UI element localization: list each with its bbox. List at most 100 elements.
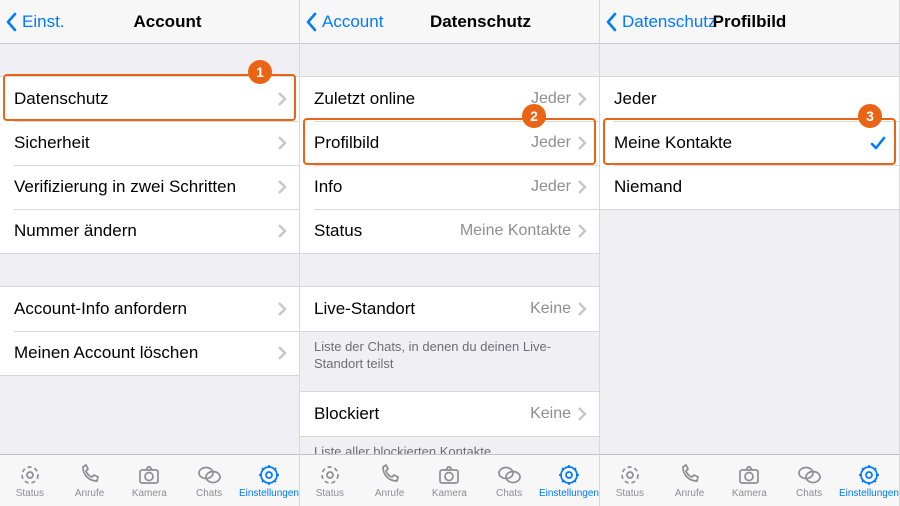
chats-icon	[496, 463, 522, 487]
tab-kamera[interactable]: Kamera	[119, 455, 179, 506]
privacy-group-2: Live-Standort Keine	[300, 286, 599, 332]
back-label: Datenschutz	[622, 12, 717, 32]
tab-label: Einstellungen	[239, 488, 299, 499]
tab-label: Status	[316, 488, 344, 499]
tab-label: Einstellungen	[839, 488, 899, 499]
nav-bar: Account Datenschutz	[300, 0, 599, 44]
back-label: Einst.	[22, 12, 65, 32]
tab-anrufe[interactable]: Anrufe	[360, 455, 420, 506]
row-label: Profilbild	[314, 133, 531, 153]
chats-icon	[196, 463, 222, 487]
camera-icon	[436, 463, 462, 487]
row-blockiert[interactable]: Blockiert Keine	[300, 392, 599, 436]
tab-label: Chats	[196, 488, 222, 499]
tab-chats[interactable]: Chats	[479, 455, 539, 506]
settings-group-1: Datenschutz Sicherheit Verifizierung in …	[0, 76, 299, 254]
tab-anrufe[interactable]: Anrufe	[60, 455, 120, 506]
chevron-right-icon	[577, 92, 587, 106]
screen-datenschutz: Account Datenschutz Zuletzt online Jeder…	[300, 0, 600, 506]
row-account-info[interactable]: Account-Info anfordern	[0, 287, 299, 331]
tab-bar: Status Anrufe Kamera Chats Einstellungen	[0, 454, 299, 506]
row-zuletzt-online[interactable]: Zuletzt online Jeder	[300, 77, 599, 121]
chevron-right-icon	[577, 180, 587, 194]
option-niemand[interactable]: Niemand	[600, 165, 899, 209]
option-label: Niemand	[614, 177, 887, 197]
tab-label: Status	[16, 488, 44, 499]
row-datenschutz[interactable]: Datenschutz	[0, 77, 299, 121]
chevron-right-icon	[277, 346, 287, 360]
back-button[interactable]: Einst.	[6, 12, 65, 32]
row-status[interactable]: Status Meine Kontakte	[300, 209, 599, 253]
row-label: Sicherheit	[14, 133, 277, 153]
back-button[interactable]: Datenschutz	[606, 12, 717, 32]
tab-label: Anrufe	[375, 488, 404, 499]
tab-label: Anrufe	[675, 488, 704, 499]
settings-group-2: Account-Info anfordern Meinen Account lö…	[0, 286, 299, 376]
screen-account: Einst. Account Datenschutz Sicherheit Ve…	[0, 0, 300, 506]
row-sicherheit[interactable]: Sicherheit	[0, 121, 299, 165]
tab-label: Kamera	[132, 488, 167, 499]
tab-einstellungen[interactable]: Einstellungen	[839, 455, 899, 506]
chevron-left-icon	[306, 12, 318, 32]
content: Jeder Meine Kontakte Niemand	[600, 44, 899, 454]
chevron-left-icon	[6, 12, 18, 32]
chevron-right-icon	[277, 180, 287, 194]
chevron-right-icon	[277, 224, 287, 238]
chevron-right-icon	[277, 92, 287, 106]
camera-icon	[136, 463, 162, 487]
chevron-right-icon	[577, 407, 587, 421]
chevron-left-icon	[606, 12, 618, 32]
content: Datenschutz Sicherheit Verifizierung in …	[0, 44, 299, 454]
row-value: Keine	[530, 405, 571, 423]
status-icon	[17, 463, 43, 487]
chevron-right-icon	[577, 224, 587, 238]
tab-label: Kamera	[732, 488, 767, 499]
tab-kamera[interactable]: Kamera	[419, 455, 479, 506]
status-icon	[317, 463, 343, 487]
tab-kamera[interactable]: Kamera	[719, 455, 779, 506]
row-live-standort[interactable]: Live-Standort Keine	[300, 287, 599, 331]
row-info[interactable]: Info Jeder	[300, 165, 599, 209]
content: Zuletzt online Jeder Profilbild Jeder In…	[300, 44, 599, 454]
option-jeder[interactable]: Jeder	[600, 77, 899, 121]
tab-label: Chats	[496, 488, 522, 499]
row-label: Nummer ändern	[14, 221, 277, 241]
back-button[interactable]: Account	[306, 12, 383, 32]
tab-status[interactable]: Status	[600, 455, 660, 506]
nav-bar: Datenschutz Profilbild	[600, 0, 899, 44]
option-meine-kontakte[interactable]: Meine Kontakte	[600, 121, 899, 165]
row-value: Meine Kontakte	[460, 222, 571, 240]
tab-anrufe[interactable]: Anrufe	[660, 455, 720, 506]
tab-label: Einstellungen	[539, 488, 599, 499]
row-nummer-aendern[interactable]: Nummer ändern	[0, 209, 299, 253]
tab-status[interactable]: Status	[300, 455, 360, 506]
phone-icon	[377, 463, 403, 487]
row-label: Blockiert	[314, 404, 530, 424]
tab-chats[interactable]: Chats	[779, 455, 839, 506]
row-label: Meinen Account löschen	[14, 343, 277, 363]
option-label: Meine Kontakte	[614, 133, 869, 153]
screen-profilbild: Datenschutz Profilbild Jeder Meine Konta…	[600, 0, 900, 506]
gear-icon	[856, 463, 882, 487]
row-label: Live-Standort	[314, 299, 530, 319]
tab-einstellungen[interactable]: Einstellungen	[239, 455, 299, 506]
tab-bar: Status Anrufe Kamera Chats Einstellungen	[300, 454, 599, 506]
row-profilbild[interactable]: Profilbild Jeder	[300, 121, 599, 165]
tab-einstellungen[interactable]: Einstellungen	[539, 455, 599, 506]
tab-bar: Status Anrufe Kamera Chats Einstellungen	[600, 454, 899, 506]
row-label: Zuletzt online	[314, 89, 531, 109]
row-label: Datenschutz	[14, 89, 277, 109]
privacy-group-1: Zuletzt online Jeder Profilbild Jeder In…	[300, 76, 599, 254]
privacy-group-3: Blockiert Keine	[300, 391, 599, 437]
row-value: Jeder	[531, 178, 571, 196]
row-account-loeschen[interactable]: Meinen Account löschen	[0, 331, 299, 375]
tab-status[interactable]: Status	[0, 455, 60, 506]
row-verifizierung[interactable]: Verifizierung in zwei Schritten	[0, 165, 299, 209]
chats-icon	[796, 463, 822, 487]
row-label: Info	[314, 177, 531, 197]
gear-icon	[556, 463, 582, 487]
tab-label: Anrufe	[75, 488, 104, 499]
row-value: Jeder	[531, 134, 571, 152]
chevron-right-icon	[277, 302, 287, 316]
tab-chats[interactable]: Chats	[179, 455, 239, 506]
